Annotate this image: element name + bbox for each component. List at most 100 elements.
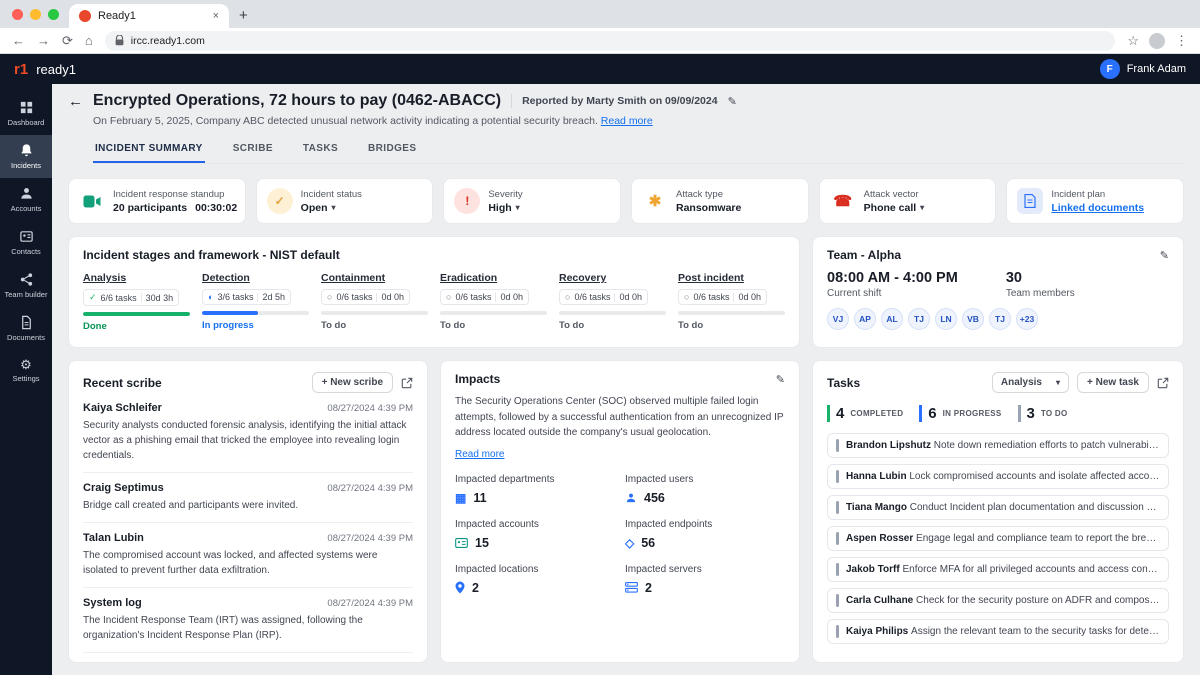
tab-tasks[interactable]: TASKS — [301, 139, 340, 163]
description-read-more-link[interactable]: Read more — [601, 115, 653, 127]
address-bar[interactable]: ircc.ready1.com — [104, 30, 1116, 51]
browser-tab[interactable]: Ready1 × — [69, 4, 229, 28]
task-row[interactable]: Carla Culhane Check for the security pos… — [827, 588, 1169, 613]
back-arrow-icon[interactable]: ← — [68, 93, 83, 110]
task-row[interactable]: Hanna Lubin Lock compromised accounts an… — [827, 464, 1169, 489]
scribe-entry[interactable]: Craig Septimus 08/27/2024 4:39 PM Bridge… — [83, 473, 413, 523]
stage-progress-bar — [202, 311, 309, 315]
avatar[interactable]: TJ — [989, 308, 1011, 330]
task-priority-bar — [836, 563, 839, 576]
scribe-entry[interactable]: System log 08/27/2024 4:39 PM The Incide… — [83, 588, 413, 653]
forward-icon[interactable]: → — [37, 34, 50, 47]
browser-menu-icon[interactable]: ⋮ — [1175, 34, 1188, 47]
sidebar-item-contacts[interactable]: Contacts — [0, 221, 52, 264]
incident-plan-card[interactable]: Incident plan Linked documents — [1006, 178, 1184, 224]
chevron-down-icon: ▾ — [1056, 378, 1061, 387]
stat-completed: 4 COMPLETED — [827, 405, 903, 422]
reload-icon[interactable]: ⟳ — [62, 34, 73, 47]
tab-close-icon[interactable]: × — [213, 10, 219, 22]
stage-name-link[interactable]: Detection — [202, 272, 309, 284]
task-priority-bar — [836, 470, 839, 483]
standup-card[interactable]: Incident response standup 20 participant… — [68, 178, 246, 224]
scribe-author: Kaiya Schleifer — [83, 402, 162, 414]
stage-name-link[interactable]: Post incident — [678, 272, 785, 284]
external-link-icon[interactable] — [401, 377, 413, 389]
window-close-button[interactable] — [12, 8, 23, 20]
stage-name-link[interactable]: Analysis — [83, 272, 190, 284]
edit-team-icon[interactable]: ✎ — [1160, 249, 1169, 262]
stage-analysis: Analysis ✓ 6/6 tasks 30d 3h Done — [83, 272, 190, 332]
exclamation-circle-icon: ! — [454, 188, 481, 214]
new-tab-button[interactable]: + — [239, 7, 248, 24]
stage-name-link[interactable]: Containment — [321, 272, 428, 284]
accounts-icon — [20, 188, 32, 199]
task-row[interactable]: Kaiya Philips Assign the relevant team t… — [827, 619, 1169, 644]
tasks-stage-select[interactable]: Analysis ▾ — [991, 372, 1070, 393]
stage-status-icon: ✓ — [89, 292, 97, 302]
attack-vector-card[interactable]: ☎ Attack vector Phone call ▾ — [818, 178, 997, 224]
task-row[interactable]: Jakob Torff Enforce MFA for all privileg… — [827, 557, 1169, 582]
scribe-time: 08/27/2024 4:39 PM — [327, 483, 413, 494]
stage-progress-bar — [83, 312, 190, 316]
sidebar-item-accounts[interactable]: Accounts — [0, 178, 52, 221]
sidebar-item-team-builder[interactable]: Team builder — [0, 264, 52, 307]
tab-incident-summary[interactable]: INCIDENT SUMMARY — [93, 139, 205, 163]
sidebar-item-documents[interactable]: Documents — [0, 307, 52, 350]
bookmark-star-icon[interactable]: ☆ — [1127, 34, 1139, 47]
impacts-read-more-link[interactable]: Read more — [455, 449, 504, 460]
user-avatar[interactable]: F — [1099, 59, 1120, 79]
scribe-entry[interactable]: Talan Lubin 08/27/2024 4:39 PM The compr… — [83, 523, 413, 588]
window-minimize-button[interactable] — [30, 8, 41, 20]
external-link-icon[interactable] — [1157, 377, 1169, 389]
avatar-overflow[interactable]: +23 — [1016, 308, 1038, 330]
back-icon[interactable]: ← — [12, 34, 25, 47]
task-row[interactable]: Brandon Lipshutz Note down remediation e… — [827, 433, 1169, 458]
chevron-down-icon[interactable]: ▾ — [332, 203, 336, 212]
avatar[interactable]: AL — [881, 308, 903, 330]
attack-type-card[interactable]: ✱ Attack type Ransomware — [631, 178, 809, 224]
avatar[interactable]: VB — [962, 308, 984, 330]
home-icon[interactable]: ⌂ — [85, 34, 93, 47]
new-task-button[interactable]: + New task — [1077, 372, 1149, 393]
team-avatars: VJ AP AL TJ LN VB TJ +23 — [827, 308, 1169, 330]
task-row[interactable]: Tiana Mango Conduct Incident plan docume… — [827, 495, 1169, 520]
stage-status-label: To do — [440, 320, 466, 331]
incident-status-card[interactable]: ✓ Incident status Open ▾ — [255, 178, 434, 224]
app-header: r1 ready1 F Frank Adam — [0, 54, 1200, 84]
severity-title: Severity — [488, 188, 523, 200]
chevron-down-icon[interactable]: ▾ — [920, 203, 924, 212]
browser-tab-strip: Ready1 × + — [0, 0, 1200, 28]
scribe-entry[interactable]: Jordyn George 08/27/2024 4:39 PM — [83, 653, 413, 662]
avatar[interactable]: VJ — [827, 308, 849, 330]
scribe-entry[interactable]: Kaiya Schleifer 08/27/2024 4:39 PM Secur… — [83, 393, 413, 473]
task-assignee: Brandon Lipshutz — [846, 440, 931, 451]
window-controls[interactable] — [6, 0, 69, 28]
sidebar-item-dashboard[interactable]: Dashboard — [0, 92, 52, 135]
edit-impacts-icon[interactable]: ✎ — [776, 373, 785, 386]
severity-card[interactable]: ! Severity High ▾ — [443, 178, 621, 224]
user-name[interactable]: Frank Adam — [1127, 63, 1186, 75]
sidebar-item-settings[interactable]: ⚙ Settings — [0, 350, 52, 391]
browser-profile-avatar[interactable] — [1149, 32, 1165, 49]
task-row[interactable]: Aspen Rosser Engage legal and compliance… — [827, 526, 1169, 551]
avatar[interactable]: AP — [854, 308, 876, 330]
dashboard-icon — [20, 101, 32, 114]
edit-incident-icon[interactable]: ✎ — [728, 95, 737, 108]
new-scribe-button[interactable]: + New scribe — [311, 372, 393, 393]
linked-documents-link[interactable]: Linked documents — [1051, 202, 1144, 214]
stage-name-link[interactable]: Recovery — [559, 272, 666, 284]
stage-status-label: Done — [83, 321, 107, 332]
avatar[interactable]: LN — [935, 308, 957, 330]
stage-name-link[interactable]: Eradication — [440, 272, 547, 284]
sidebar-item-incidents[interactable]: Incidents — [0, 135, 52, 178]
shift-label: Current shift — [827, 288, 882, 299]
avatar[interactable]: TJ — [908, 308, 930, 330]
task-priority-bar — [836, 501, 839, 514]
tab-bridges[interactable]: BRIDGES — [366, 139, 418, 163]
chevron-down-icon[interactable]: ▾ — [516, 203, 520, 212]
task-text: Enforce MFA for all privileged accounts … — [902, 564, 1161, 575]
window-zoom-button[interactable] — [48, 8, 59, 20]
app-logo[interactable]: r1 — [14, 61, 28, 78]
scribe-author: Craig Septimus — [83, 482, 164, 494]
tab-scribe[interactable]: SCRIBE — [231, 139, 275, 163]
